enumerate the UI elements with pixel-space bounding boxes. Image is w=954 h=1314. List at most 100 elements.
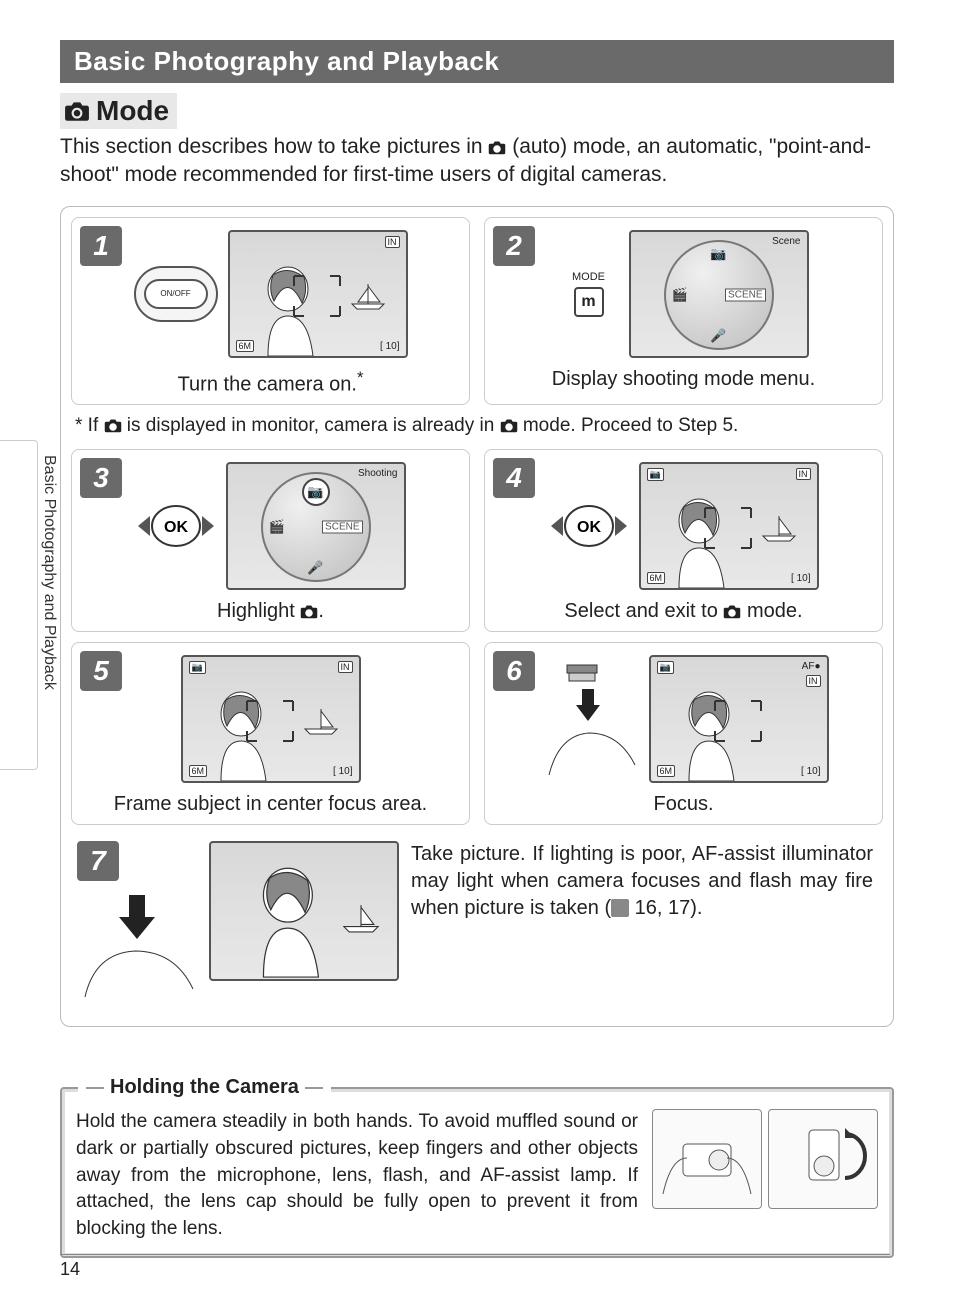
section-heading: Basic Photography and Playback bbox=[60, 40, 894, 83]
power-switch-diagram: ON/OFF bbox=[134, 266, 218, 322]
camera-icon bbox=[723, 604, 741, 619]
caption-text: Turn the camera on. bbox=[178, 373, 357, 395]
steps-container: 1 ON/OFF 6M [ 10] IN Turn the bbox=[60, 206, 894, 1028]
camera-icon bbox=[488, 140, 506, 155]
mode-heading-text: Mode bbox=[96, 95, 169, 127]
caption-post: mode. bbox=[741, 600, 802, 622]
lcd-cam-badge: 📷 bbox=[657, 661, 674, 674]
holding-illustrations bbox=[652, 1109, 878, 1242]
holding-title: Holding the Camera bbox=[78, 1076, 331, 1099]
dial-scene-label: SCENE bbox=[725, 288, 765, 301]
step-number: 5 bbox=[80, 651, 122, 691]
lcd-counter: [ 10] bbox=[333, 766, 352, 777]
step-5: 5 📷 6M [ 10] IN Frame subject in center … bbox=[71, 642, 470, 825]
lcd-in-badge: IN bbox=[338, 661, 353, 673]
lcd-preview: 📷 6M [ 10] IN bbox=[639, 462, 819, 590]
person-illustration bbox=[239, 859, 349, 979]
sailboat-illustration bbox=[301, 707, 341, 735]
lcd-size-badge: 6M bbox=[189, 765, 208, 777]
step-6: 6 📷 AF● IN 6M [ 10] Focus. bbox=[484, 642, 883, 825]
power-switch-label: ON/OFF bbox=[144, 279, 208, 309]
dial-camera-icon: 📷 bbox=[710, 246, 726, 262]
footnote: * If is displayed in monitor, camera is … bbox=[75, 415, 879, 437]
focus-brackets-icon bbox=[292, 274, 342, 318]
mode-dial-illustration: 📷 SCENE 🎤 🎬 bbox=[664, 240, 774, 350]
camera-icon bbox=[500, 418, 518, 433]
holding-camera-box: Holding the Camera Hold the camera stead… bbox=[60, 1087, 894, 1258]
lcd-scene-label: Scene bbox=[772, 236, 800, 247]
ok-label: OK bbox=[164, 519, 188, 536]
dial-camera-icon-selected: 📷 bbox=[302, 478, 330, 506]
holding-horizontal-illustration bbox=[652, 1109, 762, 1209]
step-caption: Focus. bbox=[491, 793, 876, 816]
shutter-full-press-diagram bbox=[77, 889, 197, 999]
lcd-counter: [ 10] bbox=[801, 766, 820, 777]
step-1: 1 ON/OFF 6M [ 10] IN Turn the bbox=[71, 217, 470, 406]
manual-page: Basic Photography and Playback Mode This… bbox=[0, 0, 954, 1288]
lcd-focus: 📷 AF● IN 6M [ 10] bbox=[649, 655, 829, 783]
lcd-mode-menu-highlight: 📷 SCENE 🎤 🎬 Shooting bbox=[226, 462, 406, 590]
caption-post: . bbox=[318, 600, 324, 622]
camera-icon bbox=[104, 418, 122, 433]
reference-icon bbox=[611, 899, 629, 917]
footnote-p3: mode. Proceed to Step 5. bbox=[518, 415, 739, 436]
ok-button-diagram: OK bbox=[136, 498, 216, 554]
holding-text: Hold the camera steadily in both hands. … bbox=[76, 1109, 638, 1242]
camera-icon bbox=[300, 604, 318, 619]
svg-text:OK: OK bbox=[577, 519, 601, 536]
lcd-preview: 6M [ 10] IN bbox=[228, 230, 408, 358]
step-number: 4 bbox=[493, 458, 535, 498]
mode-heading: Mode bbox=[60, 93, 177, 129]
holding-vertical-illustration bbox=[768, 1109, 878, 1209]
page-number: 14 bbox=[60, 1254, 890, 1280]
step-caption: Highlight . bbox=[78, 600, 463, 623]
sailboat-illustration bbox=[348, 282, 388, 310]
lcd-in-badge: IN bbox=[796, 468, 811, 480]
footnote-p1: * If bbox=[75, 415, 104, 436]
shutter-half-press-diagram bbox=[539, 655, 639, 783]
holding-title-text: Holding the Camera bbox=[110, 1076, 299, 1099]
mode-button-label: MODE bbox=[572, 271, 605, 283]
step-2: 2 MODE m 📷 SCENE 🎤 🎬 Scene bbox=[484, 217, 883, 406]
lcd-size-badge: 6M bbox=[236, 340, 255, 352]
lcd-size-badge: 6M bbox=[647, 572, 666, 584]
lcd-size-badge: 6M bbox=[657, 765, 676, 777]
focus-brackets-icon bbox=[713, 699, 763, 743]
intro-text: This section describes how to take pictu… bbox=[60, 133, 894, 190]
dial-scene-label: SCENE bbox=[322, 521, 362, 534]
step-caption: Select and exit to mode. bbox=[491, 600, 876, 623]
intro-part1: This section describes how to take pictu… bbox=[60, 135, 488, 158]
mode-button-diagram: MODE m bbox=[559, 271, 619, 317]
lcd-cam-badge: 📷 bbox=[189, 661, 206, 674]
step7-post: 16, 17). bbox=[629, 897, 702, 919]
ok-button-diagram: OK bbox=[549, 498, 629, 554]
camera-icon bbox=[64, 100, 90, 122]
lcd-result bbox=[209, 841, 399, 981]
lcd-af-indicator: AF● bbox=[802, 661, 821, 672]
asterisk: * bbox=[357, 368, 363, 387]
step-number: 3 bbox=[80, 458, 122, 498]
lcd-preview: 📷 6M [ 10] IN bbox=[181, 655, 361, 783]
dial-movie-icon: 🎬 bbox=[672, 287, 688, 303]
step-4: 4 OK 📷 6M [ 10] I bbox=[484, 449, 883, 632]
mode-button-m: m bbox=[574, 287, 604, 317]
step-number: 1 bbox=[80, 226, 122, 266]
step-7: 7 Take picture. If lighting is poor, AF-… bbox=[71, 835, 883, 1012]
lcd-mode-menu: 📷 SCENE 🎤 🎬 Scene bbox=[629, 230, 809, 358]
lcd-in-badge: IN bbox=[806, 675, 821, 687]
caption-pre: Select and exit to bbox=[564, 600, 723, 622]
step-number: 7 bbox=[77, 841, 119, 881]
mode-dial-illustration: 📷 SCENE 🎤 🎬 bbox=[261, 472, 371, 582]
lcd-counter: [ 10] bbox=[380, 341, 399, 352]
sailboat-illustration bbox=[759, 514, 799, 542]
dial-mic-icon: 🎤 bbox=[307, 560, 323, 576]
focus-brackets-icon bbox=[703, 506, 753, 550]
step-caption: Display shooting mode menu. bbox=[491, 368, 876, 391]
lcd-in-badge: IN bbox=[385, 236, 400, 248]
step-caption: Turn the camera on.* bbox=[78, 368, 463, 397]
sailboat-illustration bbox=[339, 903, 383, 933]
caption-pre: Highlight bbox=[217, 600, 300, 622]
step-number: 6 bbox=[493, 651, 535, 691]
dial-movie-icon: 🎬 bbox=[269, 519, 285, 535]
focus-brackets-icon bbox=[245, 699, 295, 743]
